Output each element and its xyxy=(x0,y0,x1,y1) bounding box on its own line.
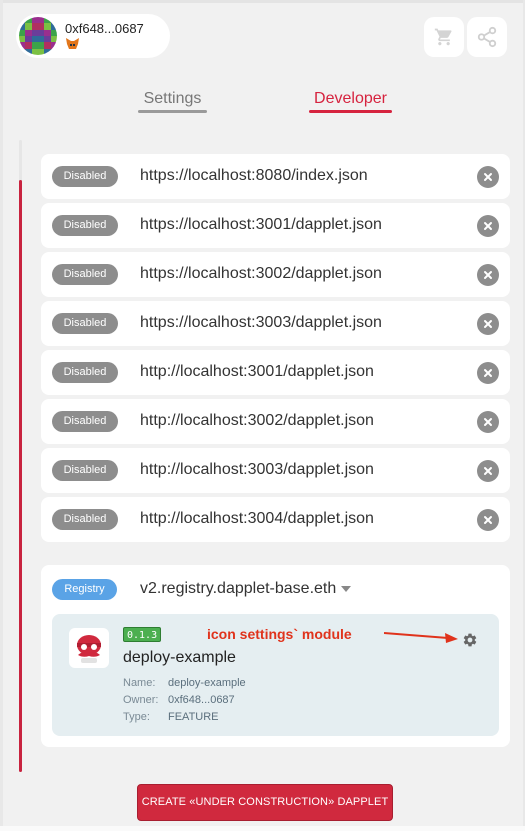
scrollbar-thumb[interactable] xyxy=(19,180,22,772)
registry-select[interactable]: v2.registry.dapplet-base.eth xyxy=(140,580,336,598)
registry-section: Registry v2.registry.dapplet-base.eth 0.… xyxy=(41,565,510,747)
share-button[interactable] xyxy=(467,17,507,57)
module-name-value: deploy-example xyxy=(168,677,246,689)
status-badge[interactable]: Disabled xyxy=(52,362,118,383)
remove-button[interactable] xyxy=(477,509,499,531)
chevron-down-icon[interactable] xyxy=(341,586,351,592)
registry-list: Disabled https://localhost:8080/index.js… xyxy=(41,154,510,546)
account-pill[interactable]: 0xf648...0687 xyxy=(16,14,170,58)
module-owner-value: 0xf648...0687 xyxy=(168,694,235,706)
registry-row: Disabled https://localhost:3002/dapplet.… xyxy=(41,252,510,297)
status-badge[interactable]: Disabled xyxy=(52,313,118,334)
close-icon xyxy=(484,418,492,426)
module-icon xyxy=(69,628,109,668)
version-badge: 0.1.3 xyxy=(123,627,162,642)
registry-row: Disabled http://localhost:3003/dapplet.j… xyxy=(41,448,510,493)
registry-row: Disabled http://localhost:3002/dapplet.j… xyxy=(41,399,510,444)
registry-row: Disabled http://localhost:3001/dapplet.j… xyxy=(41,350,510,395)
registry-row: Disabled https://localhost:8080/index.js… xyxy=(41,154,510,199)
registry-row: Disabled https://localhost:3001/dapplet.… xyxy=(41,203,510,248)
status-badge[interactable]: Disabled xyxy=(52,166,118,187)
avatar xyxy=(19,17,57,55)
metamask-fox-icon xyxy=(66,38,79,49)
frame-top-border xyxy=(0,0,525,3)
close-icon xyxy=(484,516,492,524)
status-badge[interactable]: Disabled xyxy=(52,411,118,432)
share-icon xyxy=(477,26,497,48)
create-dapplet-button[interactable]: CREATE «UNDER CONSTRUCTION» DAPPLET xyxy=(137,784,393,821)
tab-developer-underline xyxy=(309,110,392,113)
tab-settings[interactable]: Settings xyxy=(138,90,207,108)
registry-row: Disabled https://localhost:3003/dapplet.… xyxy=(41,301,510,346)
cart-icon xyxy=(434,28,452,46)
registry-url: https://localhost:3002/dapplet.json xyxy=(140,265,382,282)
bottom-strip xyxy=(0,826,525,831)
remove-button[interactable] xyxy=(477,411,499,433)
close-icon xyxy=(484,222,492,230)
status-badge[interactable]: Disabled xyxy=(52,509,118,530)
gear-icon[interactable] xyxy=(462,632,478,648)
remove-button[interactable] xyxy=(477,215,499,237)
close-icon xyxy=(484,271,492,279)
annotation-arrow-icon xyxy=(384,632,458,643)
dapplet-mascot-icon xyxy=(77,635,101,663)
remove-button[interactable] xyxy=(477,166,499,188)
registry-url: http://localhost:3001/dapplet.json xyxy=(140,363,374,380)
remove-button[interactable] xyxy=(477,362,499,384)
module-name-label: Name: xyxy=(123,677,156,689)
registry-url: https://localhost:3001/dapplet.json xyxy=(140,216,382,233)
module-owner-label: Owner: xyxy=(123,694,159,706)
account-address: 0xf648...0687 xyxy=(65,21,144,36)
remove-button[interactable] xyxy=(477,313,499,335)
registry-url: https://localhost:8080/index.json xyxy=(140,167,368,184)
module-type-label: Type: xyxy=(123,711,150,723)
registry-badge: Registry xyxy=(52,579,117,600)
close-icon xyxy=(484,467,492,475)
close-icon xyxy=(484,173,492,181)
registry-url: http://localhost:3002/dapplet.json xyxy=(140,412,374,429)
avatar-cell xyxy=(50,48,57,55)
registry-url: https://localhost:3003/dapplet.json xyxy=(140,314,382,331)
module-title: deploy-example xyxy=(123,649,236,666)
module-type-value: FEATURE xyxy=(168,711,219,723)
registry-url: http://localhost:3003/dapplet.json xyxy=(140,461,374,478)
tab-settings-underline xyxy=(138,110,207,113)
cart-button[interactable] xyxy=(424,17,464,57)
registry-row: Disabled http://localhost:3004/dapplet.j… xyxy=(41,497,510,542)
remove-button[interactable] xyxy=(477,264,499,286)
remove-button[interactable] xyxy=(477,460,499,482)
annotation-label: icon settings` module xyxy=(207,626,352,642)
registry-url: http://localhost:3004/dapplet.json xyxy=(140,510,374,527)
status-badge[interactable]: Disabled xyxy=(52,264,118,285)
status-badge[interactable]: Disabled xyxy=(52,460,118,481)
close-icon xyxy=(484,369,492,377)
tab-developer[interactable]: Developer xyxy=(309,90,392,108)
close-icon xyxy=(484,320,492,328)
status-badge[interactable]: Disabled xyxy=(52,215,118,236)
frame-left-border xyxy=(0,0,3,831)
